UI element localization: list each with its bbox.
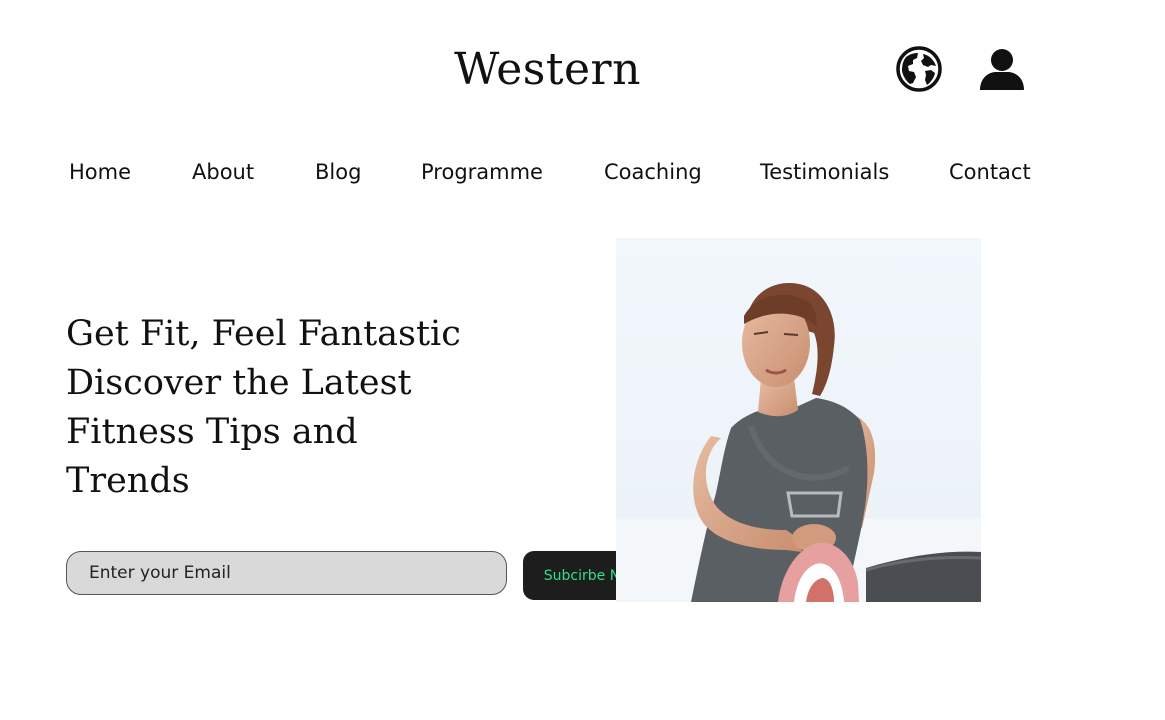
nav-item-home[interactable]: Home [69,158,131,186]
hero-headline-line: Fitness Tips and [66,412,358,452]
hero-headline-line: Get Fit, Feel Fantastic [66,314,461,354]
hero-headline: Get Fit, Feel Fantastic Discover the Lat… [66,310,536,506]
hero-headline-line: Discover the Latest [66,363,412,403]
email-input[interactable] [66,551,507,595]
user-icon[interactable] [978,46,1024,92]
hero-photo [616,238,981,602]
nav-item-contact[interactable]: Contact [949,158,1031,186]
main-nav: Home About Blog Programme Coaching Testi… [0,158,1165,188]
nav-item-programme[interactable]: Programme [421,158,543,186]
hero-headline-line: Trends [66,461,190,501]
globe-icon[interactable] [896,46,942,92]
nav-item-coaching[interactable]: Coaching [604,158,702,186]
nav-item-blog[interactable]: Blog [315,158,361,186]
nav-item-testimonials[interactable]: Testimonials [760,158,889,186]
nav-item-about[interactable]: About [192,158,254,186]
